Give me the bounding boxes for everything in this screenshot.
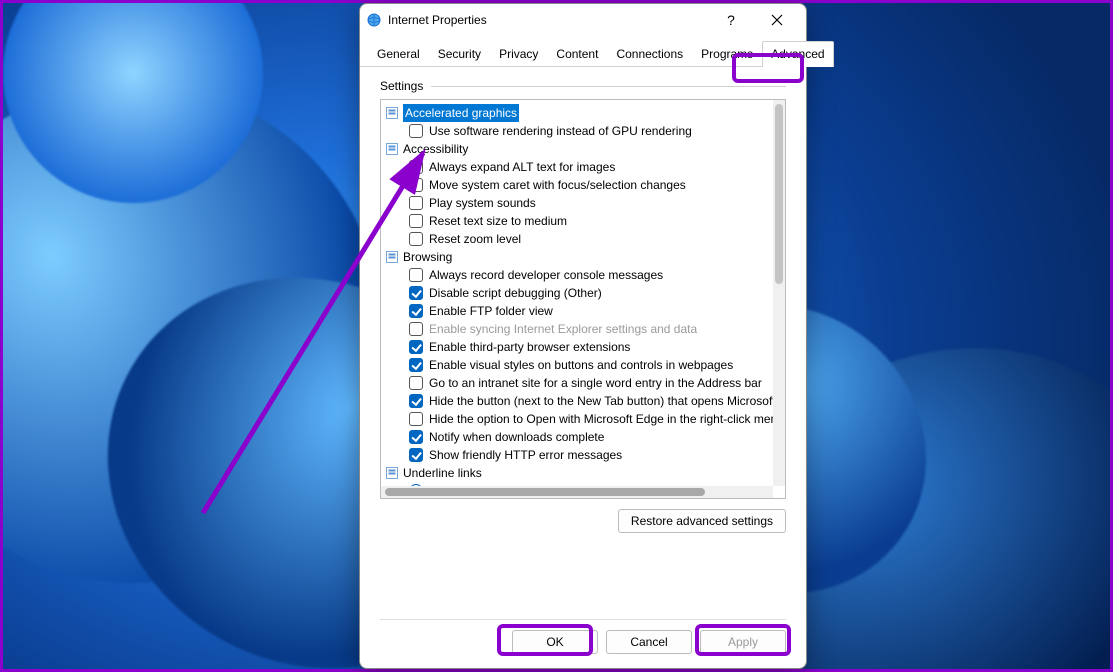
- checkbox[interactable]: [409, 340, 423, 354]
- tree-option-label: Disable script debugging (Other): [429, 284, 602, 302]
- apply-button[interactable]: Apply: [700, 630, 786, 654]
- tree-option-label: Reset zoom level: [429, 230, 521, 248]
- tree-option[interactable]: Always record developer console messages: [383, 266, 771, 284]
- tab-security[interactable]: Security: [429, 41, 490, 67]
- tab-body-advanced: Settings Accelerated graphicsUse softwar…: [360, 67, 806, 601]
- tab-connections[interactable]: Connections: [607, 41, 692, 67]
- close-button[interactable]: [754, 5, 800, 35]
- tree-option: Enable syncing Internet Explorer setting…: [383, 320, 771, 338]
- tree-category[interactable]: Accessibility: [383, 140, 771, 158]
- restore-advanced-settings-button[interactable]: Restore advanced settings: [618, 509, 786, 533]
- tab-programs[interactable]: Programs: [692, 41, 762, 67]
- checkbox[interactable]: [409, 412, 423, 426]
- tab-general[interactable]: General: [368, 41, 429, 67]
- tree-category-label: Accessibility: [403, 140, 468, 158]
- vertical-scrollbar[interactable]: [773, 100, 785, 486]
- tree-option-label: Always record developer console messages: [429, 266, 663, 284]
- tree-category[interactable]: Accelerated graphics: [383, 104, 771, 122]
- tree-option[interactable]: Notify when downloads complete: [383, 428, 771, 446]
- tree-option[interactable]: Use software rendering instead of GPU re…: [383, 122, 771, 140]
- checkbox[interactable]: [409, 376, 423, 390]
- checkbox[interactable]: [409, 430, 423, 444]
- tree-option-label: Hide the option to Open with Microsoft E…: [429, 410, 773, 428]
- dialog-buttons: OK Cancel Apply: [360, 620, 806, 668]
- tree-option[interactable]: Go to an intranet site for a single word…: [383, 374, 771, 392]
- tree-option-label: Enable third-party browser extensions: [429, 338, 630, 356]
- tree-option-label: Play system sounds: [429, 194, 536, 212]
- tree-option[interactable]: Enable visual styles on buttons and cont…: [383, 356, 771, 374]
- checkbox[interactable]: [409, 178, 423, 192]
- tree-option-label: Go to an intranet site for a single word…: [429, 374, 762, 392]
- tree-category-label: Accelerated graphics: [403, 104, 519, 122]
- tab-privacy[interactable]: Privacy: [490, 41, 547, 67]
- checkbox[interactable]: [409, 196, 423, 210]
- category-icon: [385, 106, 399, 120]
- tree-option[interactable]: Hide the button (next to the New Tab but…: [383, 392, 771, 410]
- checkbox[interactable]: [409, 124, 423, 138]
- tree-option[interactable]: Reset text size to medium: [383, 212, 771, 230]
- category-icon: [385, 250, 399, 264]
- checkbox[interactable]: [409, 232, 423, 246]
- checkbox[interactable]: [409, 286, 423, 300]
- tree-option-label: Show friendly HTTP error messages: [429, 446, 622, 464]
- tab-advanced[interactable]: Advanced: [762, 41, 833, 67]
- checkbox: [409, 322, 423, 336]
- tree-option[interactable]: Reset zoom level: [383, 230, 771, 248]
- window-title: Internet Properties: [388, 13, 708, 27]
- checkbox[interactable]: [409, 448, 423, 462]
- settings-group-label: Settings: [380, 79, 786, 93]
- tabstrip: General Security Privacy Content Connect…: [360, 36, 806, 67]
- ok-button[interactable]: OK: [512, 630, 598, 654]
- tree-option[interactable]: Always expand ALT text for images: [383, 158, 771, 176]
- settings-tree: Accelerated graphicsUse software renderi…: [380, 99, 786, 499]
- tree-category[interactable]: Underline links: [383, 464, 771, 482]
- tree-option-label: Use software rendering instead of GPU re…: [429, 122, 692, 140]
- checkbox[interactable]: [409, 304, 423, 318]
- tree-option[interactable]: Show friendly HTTP error messages: [383, 446, 771, 464]
- cancel-button[interactable]: Cancel: [606, 630, 692, 654]
- checkbox[interactable]: [409, 214, 423, 228]
- tree-option[interactable]: Disable script debugging (Other): [383, 284, 771, 302]
- tree-option-label: Notify when downloads complete: [429, 428, 604, 446]
- tab-content[interactable]: Content: [547, 41, 607, 67]
- tree-option[interactable]: Move system caret with focus/selection c…: [383, 176, 771, 194]
- help-button[interactable]: ?: [708, 5, 754, 35]
- internet-options-icon: [366, 12, 382, 28]
- tree-option[interactable]: Hide the option to Open with Microsoft E…: [383, 410, 771, 428]
- tree-option-label: Reset text size to medium: [429, 212, 567, 230]
- category-icon: [385, 142, 399, 156]
- internet-properties-dialog: Internet Properties ? General Security P…: [359, 3, 807, 669]
- tree-option-label: Hide the button (next to the New Tab but…: [429, 392, 773, 410]
- tree-option-label: Enable syncing Internet Explorer setting…: [429, 320, 697, 338]
- tree-option[interactable]: Enable FTP folder view: [383, 302, 771, 320]
- checkbox[interactable]: [409, 160, 423, 174]
- tree-option-label: Move system caret with focus/selection c…: [429, 176, 686, 194]
- titlebar: Internet Properties ?: [360, 4, 806, 36]
- tree-option[interactable]: Play system sounds: [383, 194, 771, 212]
- tree-option-label: Enable visual styles on buttons and cont…: [429, 356, 733, 374]
- checkbox[interactable]: [409, 268, 423, 282]
- tree-category[interactable]: Browsing: [383, 248, 771, 266]
- category-icon: [385, 466, 399, 480]
- horizontal-scrollbar[interactable]: [381, 486, 773, 498]
- tree-category-label: Browsing: [403, 248, 452, 266]
- checkbox[interactable]: [409, 394, 423, 408]
- tree-option[interactable]: Enable third-party browser extensions: [383, 338, 771, 356]
- tree-option-label: Always expand ALT text for images: [429, 158, 615, 176]
- checkbox[interactable]: [409, 358, 423, 372]
- tree-option-label: Enable FTP folder view: [429, 302, 553, 320]
- tree-category-label: Underline links: [403, 464, 482, 482]
